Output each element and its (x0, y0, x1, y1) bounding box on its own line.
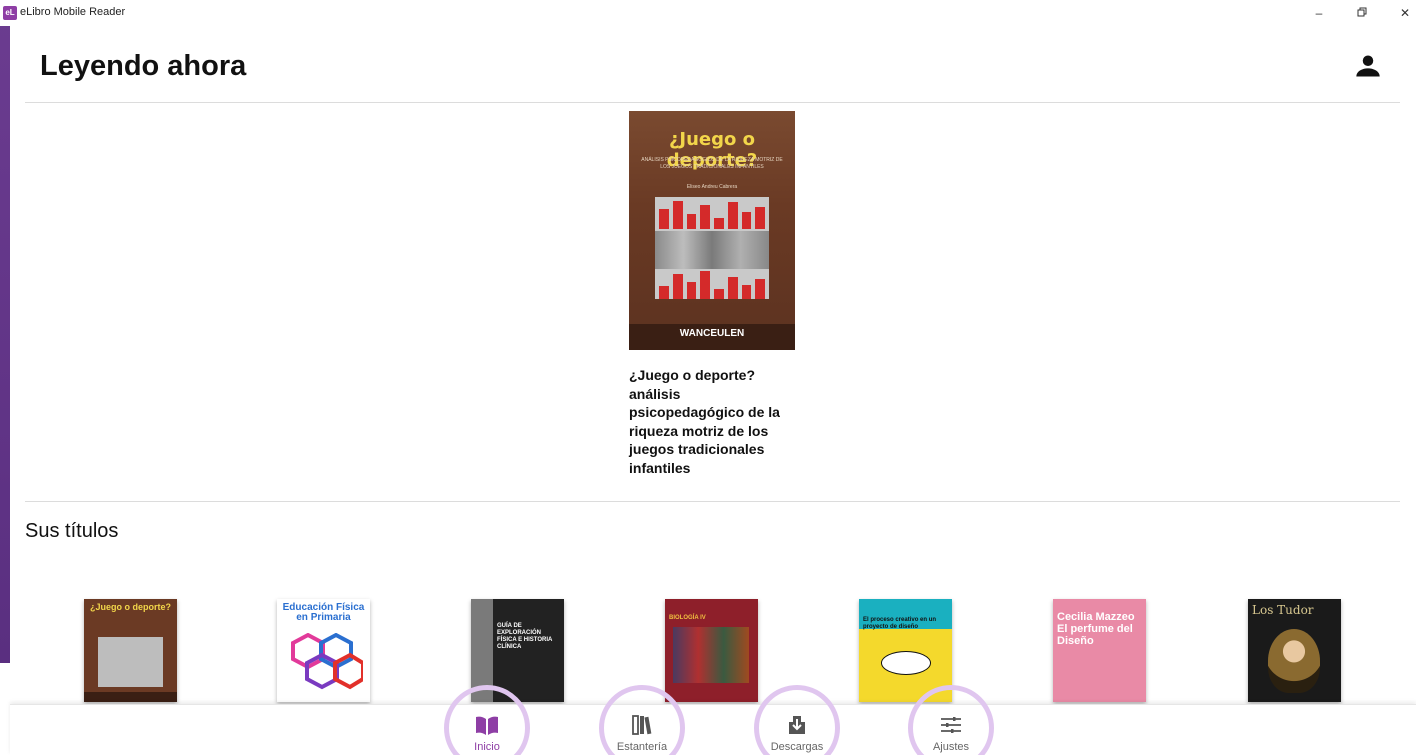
book-thumbnail[interactable]: GUÍA DE EXPLORACIÓN FÍSICA E HISTORIA CL… (471, 599, 564, 702)
nav-label: Ajustes (932, 741, 970, 753)
desktop-background (0, 0, 10, 663)
thumb-art (881, 651, 931, 675)
nav-ajustes[interactable]: Ajustes (906, 685, 996, 755)
minimize-button[interactable]: – (1308, 3, 1330, 23)
cover-bars-top (659, 201, 765, 229)
cover-subtitle: ANÁLISIS PSICOPEDAGÓGICO DE LA RIQUEZA M… (641, 157, 783, 170)
book-thumbnail-title: Los Tudor (1252, 603, 1314, 617)
now-reading-section: ¿Juego o deporte? ANÁLISIS PSICOPEDAGÓGI… (25, 104, 1400, 502)
book-thumbnail-title: BIOLOGÍA IV (669, 615, 706, 621)
page-title: Leyendo ahora (40, 50, 247, 82)
profile-button[interactable] (1354, 52, 1382, 80)
book-thumbnail-title: El proceso creativo en un proyecto de di… (863, 617, 937, 630)
thumb-art (98, 637, 163, 687)
book-thumbnail[interactable]: Los Tudor (1248, 599, 1341, 702)
nav-label: Estantería (616, 741, 668, 753)
book-thumbnail[interactable]: El proceso creativo en un proyecto de di… (859, 599, 952, 702)
person-icon (1356, 55, 1380, 77)
thumb-art (291, 633, 363, 690)
bookshelf-icon (632, 715, 652, 735)
window-title: eLibro Mobile Reader (20, 6, 126, 18)
current-book-cover[interactable]: ¿Juego o deporte? ANÁLISIS PSICOPEDAGÓGI… (629, 111, 795, 350)
nav-estanteria[interactable]: Estantería (597, 685, 687, 755)
thumb-art (471, 599, 493, 702)
book-open-icon (476, 716, 498, 735)
restore-button[interactable] (1351, 3, 1373, 23)
book-thumbnail[interactable]: ¿Juego o deporte? (84, 599, 177, 702)
app-logo-icon: eL (3, 6, 17, 20)
cover-bars-bottom (659, 271, 765, 299)
book-thumbnail[interactable]: Educación Física en Primaria (277, 599, 370, 702)
bottom-navigation: Inicio Estantería Descargas Ajustes (10, 685, 1416, 755)
cover-author: Eliseo Andreu Cabrera (686, 184, 738, 190)
book-thumbnail[interactable]: BIOLOGÍA IV (665, 599, 758, 702)
thumb-art (673, 627, 749, 683)
cover-relief (655, 231, 769, 269)
nav-inicio[interactable]: Inicio (442, 685, 532, 755)
book-thumbnail[interactable]: Cecilia Mazzeo El perfume del Diseño (1053, 599, 1146, 702)
thumb-footer (84, 692, 177, 702)
download-icon (789, 716, 805, 734)
nav-label: Descargas (770, 741, 824, 753)
book-thumbnail-title: GUÍA DE EXPLORACIÓN FÍSICA E HISTORIA CL… (497, 623, 553, 650)
title-bar: eL eLibro Mobile Reader – ✕ (0, 0, 1416, 26)
titles-heading: Sus títulos (25, 520, 119, 542)
thumb-art (1268, 629, 1320, 693)
close-button[interactable]: ✕ (1394, 3, 1416, 23)
titles-shelf: ¿Juego o deporte? Educación Física en Pr… (0, 599, 1416, 709)
nav-descargas[interactable]: Descargas (752, 685, 842, 755)
nav-label: Inicio (474, 741, 500, 753)
sliders-icon (941, 717, 961, 733)
book-thumbnail-title: Educación Física en Primaria (282, 602, 365, 623)
cover-publisher: WANCEULEN (629, 324, 795, 350)
book-thumbnail-title: ¿Juego o deporte? (90, 602, 171, 612)
book-thumbnail-title: Cecilia Mazzeo El perfume del Diseño (1057, 611, 1135, 647)
restore-icon (1357, 7, 1367, 17)
current-book-title[interactable]: ¿Juego o deporte? análisis psicopedagógi… (629, 366, 789, 477)
page-header: Leyendo ahora (25, 26, 1400, 103)
